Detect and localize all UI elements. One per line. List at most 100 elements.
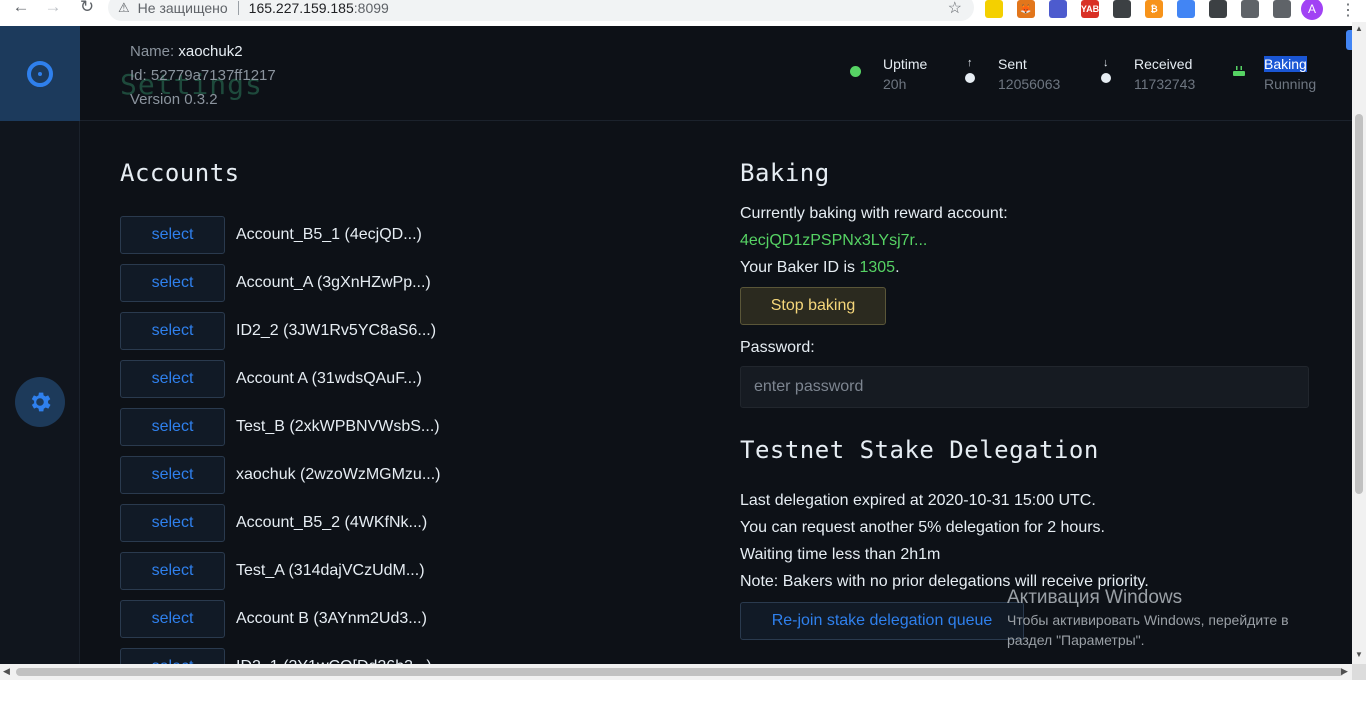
horizontal-scroll-thumb[interactable] [16,668,1344,676]
top-bar: Settings Name: xaochuk2 Id: 52779a7137ff… [80,26,1352,121]
browser-menu-icon[interactable]: ⋮ [1340,0,1356,20]
yab-icon[interactable]: YAB [1081,0,1099,18]
url-host: 165.227.159.185 [248,0,354,16]
scroll-right-arrow-icon[interactable]: ▶ [1341,666,1348,677]
password-input[interactable] [740,366,1309,408]
yellow-square-icon[interactable] [985,0,1003,18]
baker-id-line: Your Baker ID is 1305. [740,259,900,277]
select-account-button[interactable]: select [120,216,225,254]
reload-icon[interactable]: ↻ [72,0,102,18]
url-port: :8099 [353,0,389,16]
queue-icon[interactable] [1273,0,1291,18]
select-account-button[interactable]: select [120,600,225,638]
scroll-up-arrow-icon[interactable]: ▲ [1352,24,1366,36]
account-row: select Account A (31wdsQAuF...) [120,360,422,398]
browser-toolbar: ← → ↻ ⚠ Не защищено 165.227.159.185:8099… [0,0,1366,22]
chart-icon[interactable] [1113,0,1131,18]
baking-cake-icon [1233,66,1245,76]
sent-label: Sent [998,56,1027,72]
account-label: Account A (31wdsQAuF...) [236,370,422,387]
account-row: select Test_B (2xkWPBNVWsbS...) [120,408,440,446]
baker-id: 1305 [859,259,896,276]
activation-line-2: раздел "Параметры". [1007,632,1145,648]
back-arrow-icon[interactable]: ← [6,0,36,18]
translate-icon[interactable] [1177,0,1195,18]
select-account-button[interactable]: select [120,504,225,542]
received-dot [1101,73,1111,83]
mail-icon[interactable] [1049,0,1067,18]
delegation-heading: Testnet Stake Delegation [740,436,1099,464]
account-label: Test_B (2xkWPBNVWsbS...) [236,418,440,435]
reward-account: 4ecjQD1zPSPNx3LYsj7r... [740,232,928,249]
account-label: Account_B5_1 (4ecjQD...) [236,226,422,243]
baking-status-label: Baking [1264,54,1316,74]
bitcoin-icon[interactable]: ₿ [1145,0,1163,18]
warning-icon: ⚠ [118,0,130,15]
security-label: Не защищено [137,0,228,16]
reward-text: Currently baking with reward account: [740,205,1008,222]
stop-baking-button[interactable]: Stop baking [740,287,886,325]
forward-arrow-icon[interactable]: → [38,0,68,18]
stat-uptime: Uptime 20h [883,54,927,94]
baker-id-prefix: Your Baker ID is [740,259,860,276]
baker-id-suffix: . [895,259,900,276]
scroll-left-arrow-icon[interactable]: ◀ [3,666,10,677]
account-row: select Account B (3AYnm2Ud3...) [120,600,427,638]
delegation-line-3: Waiting time less than 2h1m [740,546,941,563]
select-account-button[interactable]: select [120,408,225,446]
puzzle-icon[interactable] [1241,0,1259,18]
account-row: select ID2_2 (3JW1Rv5YC8aS6...) [120,312,436,350]
scroll-down-arrow-icon[interactable]: ▼ [1352,650,1366,662]
address-bar[interactable]: ⚠ Не защищено 165.227.159.185:8099 ☆ [108,0,974,21]
account-label: Account_A (3gXnHZwPp...) [236,274,431,291]
account-row: select Account_B5_2 (4WKfNk...) [120,504,427,542]
vertical-scroll-thumb[interactable] [1355,114,1363,494]
select-account-button[interactable]: select [120,552,225,590]
node-id-label: Id: [130,67,147,84]
password-label: Password: [740,339,815,356]
baking-status-value: Running [1264,76,1317,92]
node-name-row: Name: xaochuk2 [130,40,276,64]
account-label: Account B (3AYnm2Ud3...) [236,610,427,627]
account-row: select xaochuk (2wzoWzMGMzu...) [120,456,440,494]
node-name-label: Name: [130,43,175,60]
select-account-button[interactable]: select [120,360,225,398]
stat-sent: Sent 12056063 [998,54,1060,94]
sent-dot [965,73,975,83]
select-account-button[interactable]: select [120,648,225,664]
baking-heading: Baking [740,159,830,187]
app-logo[interactable] [0,26,80,121]
scrollbar-corner [1352,664,1366,680]
qr-icon[interactable] [1209,0,1227,18]
accounts-heading: Accounts [120,159,240,187]
delegation-line-1: Last delegation expired at 2020-10-31 15… [740,492,1096,509]
vertical-scrollbar[interactable]: ▲ ▼ [1352,22,1366,664]
sidebar [0,26,80,664]
account-row: select Account_A (3gXnHZwPp...) [120,264,431,302]
received-arrow-down-icon: ↓ [1103,57,1109,69]
account-row: select Test_A (314dajVCzUdM...) [120,552,425,590]
node-name-value: xaochuk2 [178,43,243,60]
node-version: Version 0.3.2 [130,91,218,108]
activation-line-1: Чтобы активировать Windows, перейдите в [1007,612,1289,628]
concordium-logo-icon [27,60,53,87]
received-label: Received [1134,56,1193,72]
horizontal-scrollbar[interactable]: ◀ ▶ [0,664,1352,680]
select-account-button[interactable]: select [120,312,225,350]
rejoin-delegation-button[interactable]: Re-join stake delegation queue [740,602,1024,640]
uptime-status-dot [850,66,861,77]
bookmark-star-icon[interactable]: ☆ [948,0,962,18]
node-id-row: Id: 52779a7137ff1217 [130,64,276,88]
fox-icon[interactable]: 🦊 [1017,0,1035,18]
profile-avatar[interactable]: A [1301,0,1323,20]
account-row: selectID2_1 (3Y1wCQ[Dd26b3...) [120,648,432,664]
account-label: Account_B5_2 (4WKfNk...) [236,514,428,531]
select-account-button[interactable]: select [120,456,225,494]
account-label: Test_A (314dajVCzUdM...) [236,562,425,579]
node-info: Name: xaochuk2 Id: 52779a7137ff1217 Vers… [130,40,276,112]
sent-value: 12056063 [998,76,1061,92]
received-value: 11732743 [1134,76,1196,92]
omnibox-divider [237,0,239,15]
settings-gear-button[interactable] [15,377,65,427]
select-account-button[interactable]: select [120,264,225,302]
